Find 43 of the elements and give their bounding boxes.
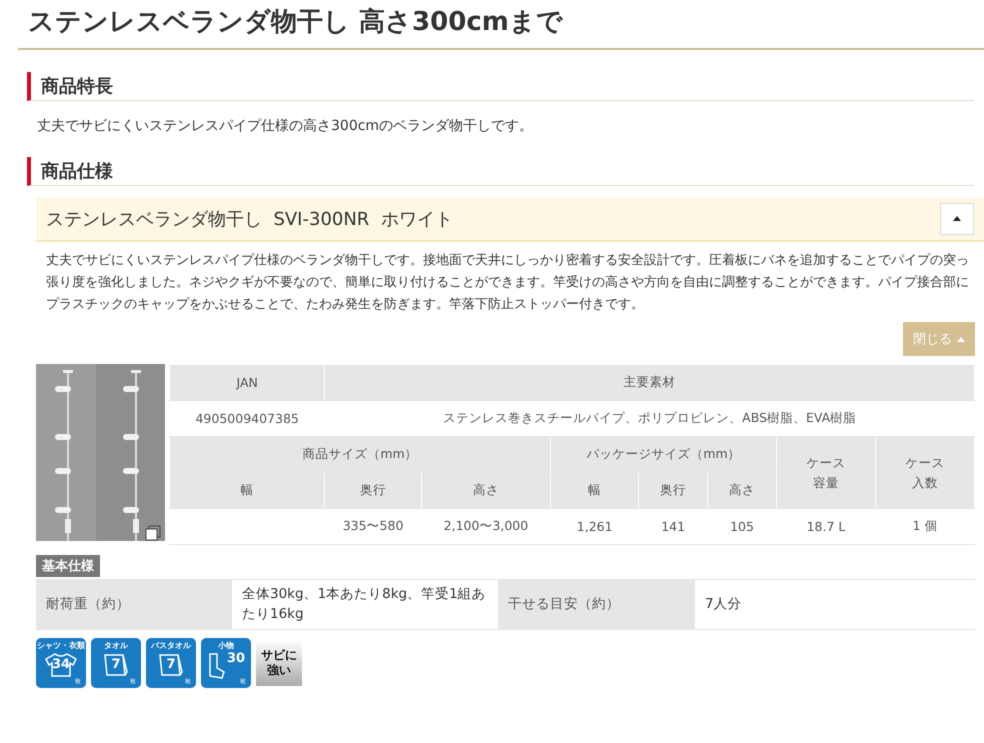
table-cell: 141 (638, 508, 708, 545)
column-header: 幅 (170, 472, 325, 509)
table-cell: 335〜580 (324, 508, 422, 545)
tile-count: 34 (50, 658, 72, 671)
column-header: ケース入数 (876, 436, 974, 509)
column-header: パッケージサイズ（mm） (550, 436, 776, 473)
column-header: 幅 (550, 472, 639, 509)
column-header: JAN (170, 364, 325, 401)
copy-icon[interactable] (145, 525, 161, 542)
table-cell: 2,100〜3,000 (421, 508, 551, 545)
column-header: 主要素材 (324, 364, 974, 401)
spec-name: 干せる目安（約） (498, 580, 695, 629)
table-cell: 105 (708, 508, 776, 545)
column-header: 奥行 (638, 472, 708, 509)
column-header: 商品サイズ（mm） (170, 436, 551, 473)
spec-value: 7人分 (704, 595, 743, 614)
spec-label: 基本仕様 (36, 555, 100, 578)
caret-icon (953, 216, 961, 222)
column-header: ケース容量 (776, 436, 876, 509)
rust-resistant-label: サビに強い (256, 640, 302, 686)
feature-text: 丈夫でサビにくいステンレスパイプ仕様の高さ300cmのベランダ物干しです。 (37, 116, 534, 135)
column-header: 高さ (421, 472, 551, 509)
tile-count: 7 (110, 658, 122, 671)
column-header: 高さ (708, 472, 776, 509)
tile-title: タオル (103, 640, 129, 651)
column-header: 奥行 (324, 472, 422, 509)
table-cell: 18.7 L (776, 508, 876, 545)
table-cell: 1 個 (876, 508, 974, 545)
tile-title: 小物 (217, 640, 235, 651)
close-button[interactable]: 閉じる (903, 322, 975, 356)
spec-name: 耐荷重（約） (36, 580, 232, 629)
tile-count: 30 (227, 652, 246, 665)
table-cell: 1,261 (550, 508, 639, 545)
tile-title: シャツ・衣類 (36, 640, 86, 651)
product-name: ステンレスベランダ物干し SVI-300NR ホワイト (46, 208, 453, 231)
section-heading: 商品仕様 (27, 156, 974, 186)
tile-title: バスタオル (150, 640, 192, 651)
tile-count: 7 (165, 658, 177, 671)
page-title: ステンレスベランダ物干し 高さ300cmまで (18, 0, 984, 50)
section-heading: 商品特長 (27, 72, 974, 101)
product-description: 丈夫でサビにくいステンレスパイプ仕様のベランダ物干しです。接地面で天井にしっかり密着する安全設計です。圧着板にバネを追加することでパイプの突っ張り度を強化しました。ネジやクギが不要なので、簡単に取り付けることができます。竿受けの高さや方向を自由に調整することができます。パイプ接合部にプラスチックのキャップをかぶせることで、たわみ発生を防ぎます。竿落下防止ストッパー付きです。 (46, 252, 970, 314)
spec-value: 全体30kg、1本あたり8kg、竿受1組あたり16kg (241, 585, 487, 624)
caret-icon (957, 336, 965, 342)
